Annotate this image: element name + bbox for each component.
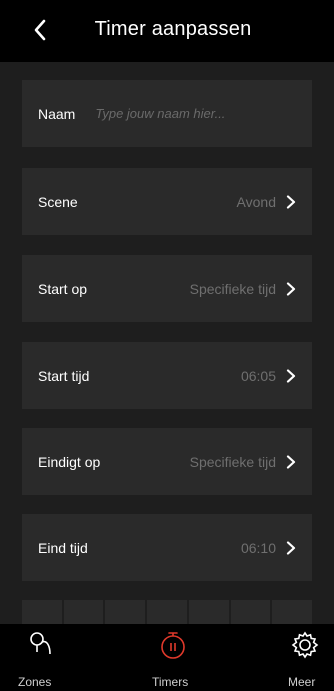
- chevron-right-icon: [286, 540, 296, 555]
- tab-zones[interactable]: Zones: [14, 624, 74, 691]
- start-op-label: Start op: [38, 280, 88, 297]
- tab-meer-label: Meer: [288, 675, 316, 689]
- day-toggle[interactable]: [188, 600, 229, 624]
- eind-tijd-row[interactable]: Eind tijd 06:10: [22, 514, 312, 581]
- start-tijd-value: 06:05: [240, 367, 276, 384]
- chevron-right-icon: [286, 368, 296, 383]
- day-toggle[interactable]: [105, 600, 146, 624]
- eind-tijd-label: Eind tijd: [38, 539, 88, 556]
- weekday-selector: [22, 600, 313, 624]
- chevron-right-icon: [286, 281, 296, 296]
- day-toggle[interactable]: [230, 600, 271, 624]
- chevron-right-icon: [286, 454, 296, 469]
- day-toggle[interactable]: [63, 600, 104, 624]
- tab-zones-label: Zones: [18, 675, 52, 689]
- timer-form: Naam Type jouw naam hier... Scene Avond …: [0, 62, 334, 624]
- naam-row[interactable]: Naam Type jouw naam hier...: [22, 80, 312, 147]
- start-op-row[interactable]: Start op Specifieke tijd: [22, 255, 312, 322]
- bottom-tab-bar: Zones Timers Meer: [0, 624, 334, 691]
- scene-row[interactable]: Scene Avond: [22, 168, 312, 235]
- day-toggle[interactable]: [22, 600, 62, 624]
- day-toggle[interactable]: [272, 600, 313, 624]
- gear-icon: [291, 631, 319, 659]
- day-toggle[interactable]: [147, 600, 187, 624]
- start-op-value: Specifieke tijd: [189, 280, 276, 297]
- eindigt-op-label: Eindigt op: [38, 453, 101, 470]
- eind-tijd-value: 06:10: [240, 539, 276, 556]
- scene-value: Avond: [236, 193, 276, 210]
- tab-meer[interactable]: Meer: [276, 624, 330, 691]
- eindigt-op-row[interactable]: Eindigt op Specifieke tijd: [22, 428, 312, 495]
- eindigt-op-value: Specifieke tijd: [189, 453, 276, 470]
- start-tijd-label: Start tijd: [38, 367, 90, 384]
- app-header: Timer aanpassen: [0, 0, 334, 62]
- scene-label: Scene: [38, 193, 78, 210]
- tab-timers-label: Timers: [152, 675, 189, 689]
- naam-input[interactable]: Type jouw naam hier...: [95, 106, 225, 121]
- naam-label: Naam: [38, 105, 76, 122]
- zones-icon: [30, 632, 51, 655]
- start-tijd-row[interactable]: Start tijd 06:05: [22, 342, 312, 409]
- chevron-right-icon: [286, 194, 296, 209]
- tab-timers[interactable]: Timers: [142, 624, 202, 691]
- timer-icon: [161, 632, 185, 659]
- page-title: Timer aanpassen: [94, 18, 252, 40]
